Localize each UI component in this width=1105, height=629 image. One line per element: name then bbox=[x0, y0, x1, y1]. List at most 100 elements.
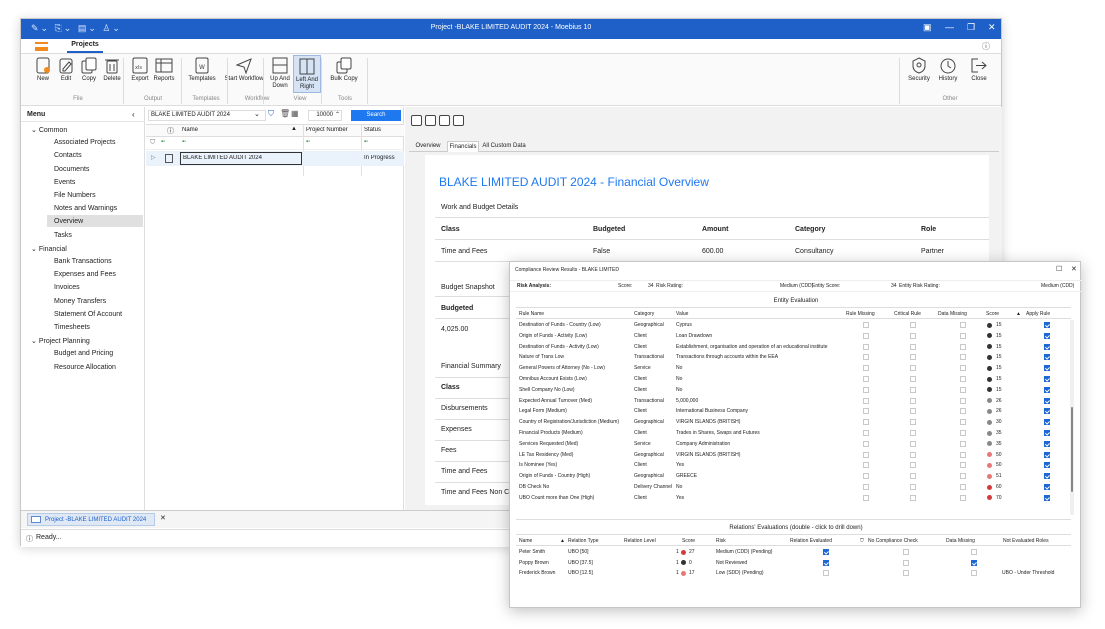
checkbox[interactable] bbox=[910, 343, 916, 350]
table-row[interactable] bbox=[516, 397, 1067, 407]
edit-button[interactable]: Edit bbox=[54, 57, 78, 83]
checkbox[interactable] bbox=[960, 419, 966, 426]
checkbox[interactable] bbox=[960, 494, 966, 501]
close-dialog-icon[interactable]: ✕ bbox=[1071, 265, 1077, 273]
apply-rule-checkbox[interactable] bbox=[1044, 473, 1050, 480]
leftright-button[interactable]: Left And Right bbox=[293, 55, 321, 93]
templates-button[interactable]: W Templates bbox=[185, 57, 219, 83]
menu-item[interactable]: Tasks bbox=[54, 232, 72, 239]
checkbox[interactable] bbox=[910, 376, 916, 382]
collapse-menu-icon[interactable]: ‹ bbox=[132, 110, 135, 119]
copy-icon[interactable] bbox=[439, 115, 450, 126]
menu-item[interactable]: Budget and Pricing bbox=[54, 350, 113, 357]
apply-rule-checkbox[interactable] bbox=[1044, 451, 1050, 458]
apply-rule-checkbox[interactable] bbox=[1044, 354, 1050, 361]
checkbox[interactable] bbox=[863, 462, 869, 469]
maximize-dialog-icon[interactable]: ☐ bbox=[1056, 265, 1062, 273]
checkbox[interactable] bbox=[910, 473, 916, 480]
checkbox[interactable] bbox=[863, 386, 869, 393]
menu-item[interactable]: Invoices bbox=[54, 284, 80, 291]
checkbox[interactable] bbox=[960, 386, 966, 393]
apply-rule-checkbox[interactable] bbox=[1044, 408, 1050, 415]
menu-item[interactable]: Events bbox=[54, 179, 75, 186]
no-compliance-check-checkbox[interactable] bbox=[903, 549, 909, 555]
menu-item[interactable]: Associated Projects bbox=[54, 139, 115, 146]
checkbox[interactable] bbox=[960, 473, 966, 480]
table-row[interactable] bbox=[516, 559, 1067, 569]
checkbox[interactable] bbox=[863, 343, 869, 350]
menu-item[interactable]: File Numbers bbox=[54, 192, 96, 199]
checkbox[interactable] bbox=[863, 494, 869, 501]
checkbox[interactable] bbox=[960, 322, 966, 328]
apply-rule-checkbox[interactable] bbox=[1044, 343, 1050, 350]
menu-item[interactable]: Documents bbox=[54, 166, 89, 173]
minimize-icon[interactable]: — bbox=[945, 22, 954, 32]
checkbox[interactable] bbox=[863, 451, 869, 458]
menu-group[interactable]: ⌄ Common bbox=[31, 126, 67, 134]
close-button[interactable]: Close bbox=[966, 57, 992, 83]
relation-column-header[interactable]: No Compliance Check bbox=[868, 538, 918, 544]
app-menu-icon[interactable] bbox=[35, 42, 48, 51]
apply-rule-checkbox[interactable] bbox=[1044, 365, 1050, 372]
menu-group[interactable]: ⌄ Project Planning bbox=[31, 337, 90, 345]
record-count-stepper[interactable]: 10000 ⌃ bbox=[308, 110, 342, 121]
copy-button[interactable]: Copy bbox=[77, 57, 101, 83]
checkbox[interactable] bbox=[863, 440, 869, 447]
filter-icon[interactable]: ⛉ bbox=[268, 109, 274, 119]
checkbox[interactable] bbox=[910, 354, 916, 361]
startwf-button[interactable]: Start Workflow bbox=[224, 57, 264, 83]
checkbox[interactable] bbox=[910, 397, 916, 404]
columns-icon[interactable]: ▦ bbox=[291, 109, 299, 118]
checkbox[interactable] bbox=[910, 408, 916, 415]
delete-button[interactable]: Delete bbox=[99, 57, 125, 83]
history-button[interactable]: History bbox=[934, 57, 962, 83]
relation-evaluated-checkbox[interactable] bbox=[823, 570, 829, 576]
menu-item[interactable]: Statement Of Account bbox=[54, 311, 122, 318]
data-missing-checkbox[interactable] bbox=[971, 549, 977, 555]
relation-column-header[interactable]: Name bbox=[519, 538, 532, 544]
table-row[interactable] bbox=[516, 494, 1067, 504]
new-button[interactable]: New bbox=[31, 57, 55, 83]
checkbox[interactable] bbox=[863, 430, 869, 436]
delete-filter-icon[interactable]: 🗑 bbox=[280, 109, 290, 118]
tab-financials[interactable]: Financials bbox=[447, 141, 479, 152]
apply-rule-checkbox[interactable] bbox=[1044, 430, 1050, 436]
data-missing-checkbox[interactable] bbox=[971, 559, 977, 566]
checkbox[interactable] bbox=[910, 365, 916, 372]
bulkcopy-button[interactable]: Bulk Copy bbox=[327, 57, 361, 83]
relation-evaluated-checkbox[interactable] bbox=[823, 559, 829, 566]
checkbox[interactable] bbox=[960, 376, 966, 382]
no-compliance-check-checkbox[interactable] bbox=[903, 570, 909, 576]
apply-rule-checkbox[interactable] bbox=[1044, 462, 1050, 469]
relation-column-header[interactable]: Relation Evaluated bbox=[790, 538, 832, 544]
no-compliance-check-checkbox[interactable] bbox=[903, 559, 909, 566]
checkbox[interactable] bbox=[910, 332, 916, 339]
scrollbar-thumb[interactable] bbox=[1071, 407, 1073, 492]
checkbox[interactable] bbox=[910, 322, 916, 328]
filter-cell-icon[interactable]: ▪▫ bbox=[161, 139, 165, 145]
checkbox[interactable] bbox=[960, 451, 966, 458]
tab-all-custom-data[interactable]: All Custom Data bbox=[481, 141, 527, 152]
checkbox[interactable] bbox=[910, 386, 916, 393]
relation-evaluated-checkbox[interactable] bbox=[823, 549, 829, 555]
apply-rule-checkbox[interactable] bbox=[1044, 494, 1050, 501]
project-search-input[interactable]: BLAKE LIMITED AUDIT 2024 bbox=[148, 110, 266, 121]
column-header[interactable]: Name bbox=[182, 127, 198, 133]
filter-cell-icon[interactable]: ▪▫ bbox=[182, 139, 186, 145]
menu-item[interactable]: Bank Transactions bbox=[54, 258, 112, 265]
relation-column-header[interactable]: Relation Type bbox=[568, 538, 598, 544]
apply-rule-checkbox[interactable] bbox=[1044, 322, 1050, 328]
checkbox[interactable] bbox=[863, 419, 869, 426]
checkbox[interactable] bbox=[910, 484, 916, 490]
checkbox[interactable] bbox=[863, 484, 869, 490]
entity-column-header[interactable]: Value bbox=[676, 311, 688, 317]
checkbox[interactable] bbox=[960, 397, 966, 404]
print-icon[interactable] bbox=[425, 115, 436, 126]
menu-item[interactable]: Expenses and Fees bbox=[54, 271, 116, 278]
checkbox[interactable] bbox=[863, 365, 869, 372]
checkbox[interactable] bbox=[863, 322, 869, 328]
security-button[interactable]: Security bbox=[904, 57, 934, 83]
entity-column-header[interactable]: Apply Rule bbox=[1026, 311, 1050, 317]
download-icon[interactable] bbox=[411, 115, 422, 126]
entity-column-header[interactable]: Category bbox=[634, 311, 654, 317]
